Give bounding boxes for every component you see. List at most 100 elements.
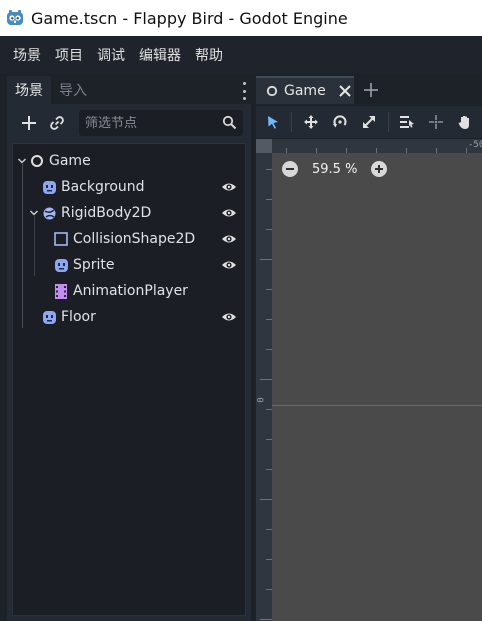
close-icon[interactable]	[338, 84, 352, 98]
zoom-in-button[interactable]	[371, 161, 388, 177]
toolbar-separator	[387, 112, 389, 132]
pan-mode-button[interactable]	[453, 108, 478, 136]
visibility-eye-icon[interactable]	[221, 310, 237, 324]
tree-item-floor[interactable]: Floor	[13, 304, 245, 330]
ruler-tick	[346, 148, 347, 153]
window-titlebar: Game.tscn - Flappy Bird - Godot Engine	[0, 0, 482, 36]
rotate-icon	[332, 115, 347, 128]
add-node-button[interactable]	[15, 110, 43, 136]
ruler-vertical	[256, 153, 272, 621]
menu-debug[interactable]: 调试	[90, 45, 132, 65]
pivot-mode-button[interactable]	[424, 108, 449, 136]
scene-tree: Game Background RigidBody2D CollisionSha…	[12, 143, 246, 616]
rotate-mode-button[interactable]	[327, 108, 352, 136]
tree-item-label: CollisionShape2D	[73, 231, 196, 247]
minus-icon	[286, 168, 294, 170]
sprite-icon	[41, 179, 57, 195]
scene-tab-label: Game	[284, 83, 326, 99]
tree-item-label: Background	[61, 179, 145, 195]
tree-item-label: AnimationPlayer	[73, 283, 188, 299]
tree-item-label: RigidBody2D	[61, 205, 152, 221]
tree-item-rigidbody2d[interactable]: RigidBody2D	[13, 200, 245, 226]
canvas-toolbar	[256, 106, 482, 138]
list-select-button[interactable]	[395, 108, 420, 136]
menu-project[interactable]: 项目	[48, 45, 90, 65]
ruler-tick	[436, 148, 437, 153]
tree-item-sprite[interactable]: Sprite	[13, 252, 245, 278]
tree-item-game[interactable]: Game	[13, 148, 245, 174]
visibility-eye-icon[interactable]	[221, 206, 237, 220]
menu-editor[interactable]: 编辑器	[132, 45, 188, 65]
visibility-eye-icon[interactable]	[221, 258, 237, 272]
plus-icon	[364, 83, 378, 97]
godot-logo-icon	[4, 7, 26, 29]
ruler-left-label: 0	[256, 397, 267, 403]
tree-guide-line	[22, 164, 23, 328]
ruler-tick	[260, 259, 272, 260]
ruler-tick	[266, 169, 272, 170]
ruler-tick	[260, 619, 272, 620]
ruler-top-label: -50	[468, 140, 482, 150]
toolbar-separator	[291, 112, 293, 132]
pointer-icon	[267, 116, 278, 129]
move-mode-button[interactable]	[298, 108, 323, 136]
ruler-horizontal	[256, 139, 482, 153]
scene-dock: 场景 导入 筛选节点 Game Background RigidBody2D C…	[7, 76, 251, 621]
zoom-out-button[interactable]	[282, 161, 298, 177]
ruler-tick	[316, 148, 317, 153]
menu-scene[interactable]: 场景	[6, 45, 48, 65]
tab-scene[interactable]: 场景	[7, 76, 51, 104]
tree-item-background[interactable]: Background	[13, 174, 245, 200]
scene-tab-game[interactable]: Game	[256, 76, 354, 104]
visibility-eye-icon[interactable]	[221, 180, 237, 194]
scale-mode-button[interactable]	[356, 108, 381, 136]
tree-item-animationplayer[interactable]: AnimationPlayer	[13, 278, 245, 304]
ruler-tick	[266, 289, 272, 290]
window-title: Game.tscn - Flappy Bird - Godot Engine	[31, 8, 348, 28]
dock-tabs: 场景 导入	[7, 76, 251, 104]
list-select-icon	[400, 116, 415, 128]
hand-icon	[458, 116, 470, 129]
collision-shape-icon	[53, 231, 69, 247]
x-axis-line	[272, 405, 482, 406]
ruler-tick	[376, 148, 377, 153]
filter-nodes-field[interactable]	[79, 110, 243, 136]
ruler-tick	[286, 148, 287, 153]
tree-item-label: Game	[49, 153, 91, 169]
sprite-icon	[41, 309, 57, 325]
plus-icon	[375, 165, 384, 173]
rigidbody-icon	[41, 205, 57, 221]
visibility-eye-icon[interactable]	[221, 232, 237, 246]
link-icon	[50, 116, 64, 130]
tree-item-collisionshape2d[interactable]: CollisionShape2D	[13, 226, 245, 252]
move-icon	[303, 115, 318, 129]
dock-menu-icon[interactable]	[237, 82, 251, 100]
filter-nodes-input[interactable]	[85, 115, 215, 131]
add-scene-tab-button[interactable]	[358, 76, 384, 104]
zoom-level[interactable]: 59.5 %	[312, 162, 357, 177]
ruler-tick	[266, 409, 272, 410]
select-mode-button[interactable]	[260, 108, 285, 136]
ruler-corner	[256, 139, 272, 153]
tree-guide-line	[34, 216, 35, 276]
tree-item-label: Floor	[61, 309, 96, 325]
ruler-tick	[266, 349, 272, 350]
ruler-tick	[266, 529, 272, 530]
ruler-tick	[266, 469, 272, 470]
zoom-controls: 59.5 %	[282, 161, 388, 177]
plus-icon	[22, 116, 36, 130]
scene-dock-body: Game Background RigidBod	[7, 104, 251, 621]
menu-bar: 场景 项目 调试 编辑器 帮助	[0, 36, 482, 74]
ruler-tick	[266, 229, 272, 230]
ruler-tick	[266, 589, 272, 590]
search-icon	[222, 115, 237, 130]
scene-tabs: Game	[256, 76, 482, 104]
canvas-viewport[interactable]: -50 0 59.5 %	[256, 139, 482, 621]
menu-help[interactable]: 帮助	[188, 45, 230, 65]
node2d-icon	[29, 153, 45, 169]
instance-scene-button[interactable]	[43, 110, 71, 136]
ruler-tick	[266, 439, 272, 440]
ruler-tick	[466, 148, 467, 153]
scale-icon	[363, 116, 375, 128]
tab-import[interactable]: 导入	[51, 76, 95, 104]
